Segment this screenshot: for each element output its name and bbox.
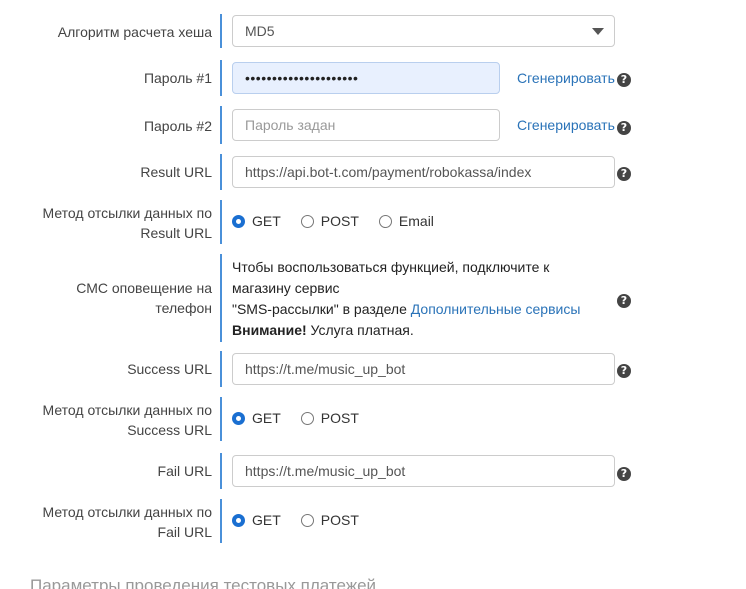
- radio-checked[interactable]: [232, 513, 245, 527]
- result-method-post[interactable]: POST: [300, 211, 359, 231]
- fail-method-label: Метод отсылки данных по Fail URL: [42, 504, 212, 540]
- hash-algorithm-select[interactable]: MD5: [232, 15, 615, 47]
- field-divider: [220, 254, 222, 342]
- field-divider: [220, 200, 222, 244]
- question-icon[interactable]: ?: [617, 364, 631, 378]
- result-method-email[interactable]: Email: [378, 211, 434, 231]
- sms-label: СМС оповещение на телефон: [76, 280, 212, 316]
- radio[interactable]: [300, 513, 314, 527]
- success-method-post[interactable]: POST: [300, 408, 359, 428]
- field-divider: [220, 14, 222, 48]
- test-payments-section-title: Параметры проведения тестовых платежей: [30, 576, 377, 589]
- field-divider: [220, 453, 222, 489]
- radio[interactable]: [378, 214, 392, 228]
- password1-input[interactable]: •••••••••••••••••••••: [232, 62, 500, 94]
- password1-generate-link[interactable]: Сгенерировать: [517, 68, 615, 88]
- radio[interactable]: [300, 214, 314, 228]
- result-url-label: Result URL: [140, 164, 212, 180]
- question-icon[interactable]: ?: [617, 294, 631, 308]
- field-divider: [220, 60, 222, 96]
- fail-method-get[interactable]: GET: [232, 510, 281, 530]
- fail-method-post[interactable]: POST: [300, 510, 359, 530]
- question-icon[interactable]: ?: [617, 167, 631, 181]
- password2-generate-link[interactable]: Сгенерировать: [517, 115, 615, 135]
- password2-label: Пароль #2: [143, 118, 212, 134]
- password2-input[interactable]: Пароль задан: [232, 109, 500, 141]
- radio-checked[interactable]: [232, 411, 245, 425]
- fail-method-radio-group: GET POST: [232, 510, 379, 530]
- field-divider: [220, 106, 222, 144]
- radio[interactable]: [300, 411, 314, 425]
- success-method-label: Метод отсылки данных по Success URL: [42, 402, 212, 438]
- field-divider: [220, 351, 222, 387]
- result-url-input[interactable]: https://api.bot-t.com/payment/robokassa/…: [232, 156, 615, 188]
- hash-algorithm-value: MD5: [245, 23, 275, 39]
- result-method-label: Метод отсылки данных по Result URL: [42, 205, 212, 241]
- additional-services-link[interactable]: Дополнительные сервисы: [411, 301, 581, 317]
- success-method-radio-group: GET POST: [232, 408, 379, 428]
- field-divider: [220, 154, 222, 190]
- success-method-get[interactable]: GET: [232, 408, 281, 428]
- fail-url-label: Fail URL: [157, 463, 212, 479]
- question-icon[interactable]: ?: [617, 73, 631, 87]
- sms-info-text: Чтобы воспользоваться функцией, подключи…: [232, 259, 581, 338]
- fail-url-input[interactable]: https://t.me/music_up_bot: [232, 455, 615, 487]
- password1-label: Пароль #1: [143, 70, 212, 86]
- field-divider: [220, 397, 222, 441]
- hash-algorithm-label: Алгоритм расчета хеша: [57, 24, 212, 40]
- chevron-down-icon: [592, 28, 604, 35]
- question-icon[interactable]: ?: [617, 467, 631, 481]
- result-method-get[interactable]: GET: [232, 211, 281, 231]
- success-url-input[interactable]: https://t.me/music_up_bot: [232, 353, 615, 385]
- field-divider: [220, 499, 222, 543]
- question-icon[interactable]: ?: [617, 121, 631, 135]
- result-method-radio-group: GET POST Email: [232, 211, 454, 231]
- success-url-label: Success URL: [127, 361, 212, 377]
- radio-checked[interactable]: [232, 214, 245, 228]
